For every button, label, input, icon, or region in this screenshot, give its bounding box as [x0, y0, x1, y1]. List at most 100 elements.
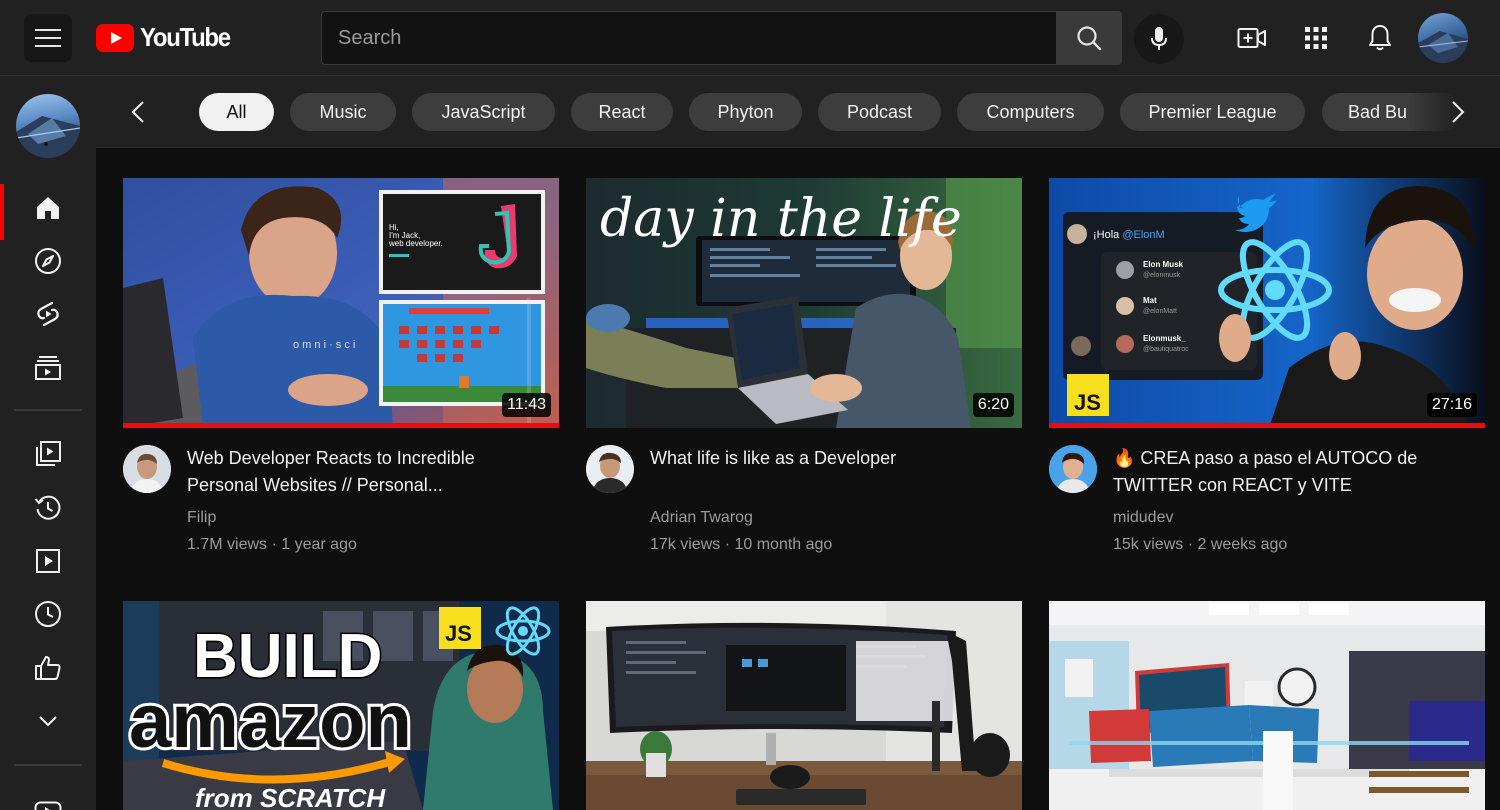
- sidebar-avatar[interactable]: [16, 94, 80, 158]
- svg-text:@elonMatt: @elonMatt: [1143, 308, 1177, 315]
- svg-text:web developer.: web developer.: [388, 239, 443, 248]
- search-icon: [1077, 26, 1102, 51]
- mic-icon: [1151, 27, 1167, 50]
- svg-text:Elon Musk: Elon Musk: [1143, 260, 1184, 269]
- home-icon: [37, 197, 59, 219]
- chip-phyton[interactable]: Phyton: [689, 93, 802, 131]
- svg-text:@elonmusk: @elonmusk: [1143, 272, 1181, 279]
- video-thumbnail[interactable]: ¡Hola @ElonM Elon Musk @elonmusk Mat @el…: [1049, 178, 1485, 428]
- channel-avatar[interactable]: [586, 445, 634, 493]
- chips-scroll-right-button[interactable]: [1438, 94, 1478, 130]
- sidebar-item-history[interactable]: [0, 484, 96, 532]
- channel-name[interactable]: Adrian Twarog: [650, 509, 753, 527]
- search-input[interactable]: [338, 26, 1056, 50]
- sidebar-divider: [14, 764, 82, 766]
- search-box: [321, 11, 1057, 65]
- apps-grid-icon: [1305, 27, 1327, 49]
- create-video-icon: [1237, 28, 1266, 48]
- library-icon: [36, 441, 61, 466]
- chip-all[interactable]: All: [199, 93, 274, 131]
- sidebar-item-home[interactable]: [0, 184, 96, 240]
- video-thumbnail[interactable]: day in the life 6:20: [586, 178, 1022, 428]
- thumbnail-image: ¡Hola @ElonM Elon Musk @elonmusk Mat @el…: [1049, 178, 1485, 428]
- menu-button[interactable]: [24, 14, 72, 62]
- history-icon: [34, 495, 61, 520]
- video-duration: 11:43: [502, 393, 551, 417]
- thumbnail-image: JS BUILD amazon from SCRATCH: [123, 601, 559, 810]
- upload-age: 10 month ago: [734, 536, 833, 553]
- channel-name[interactable]: Filip: [187, 509, 216, 527]
- filter-chips-bar: All Music JavaScript React Phyton Podcas…: [96, 76, 1500, 148]
- avatar-photo: [16, 116, 80, 158]
- chip-premier-league[interactable]: Premier League: [1120, 93, 1305, 131]
- thumbnail-image: day in the life: [586, 178, 1022, 428]
- video-duration: 6:20: [972, 393, 1014, 417]
- video-thumbnail[interactable]: JS BUILD amazon from SCRATCH: [123, 601, 559, 810]
- video-meta: 1.7M views · 1 year ago: [187, 536, 357, 553]
- apps-button[interactable]: [1294, 16, 1338, 60]
- watch-progress-bar: [1049, 423, 1485, 428]
- sidebar-item-library[interactable]: [0, 430, 96, 478]
- video-title[interactable]: 🔥 CREA paso a paso el AUTOCO de TWITTER …: [1113, 445, 1453, 499]
- subscriptions-icon: [35, 356, 61, 380]
- chip-podcast[interactable]: Podcast: [818, 93, 941, 131]
- channel-avatar[interactable]: [123, 445, 171, 493]
- avatar-photo: [1049, 445, 1097, 493]
- chevron-right-icon: [1452, 101, 1465, 123]
- svg-text:day in the life: day in the life: [600, 189, 962, 249]
- sidebar-item-shorts[interactable]: [0, 290, 96, 338]
- chip-computers[interactable]: Computers: [957, 93, 1104, 131]
- video-thumbnail[interactable]: [1049, 601, 1485, 810]
- chevron-left-icon: [131, 101, 144, 123]
- avatar-photo: [1418, 31, 1468, 63]
- notifications-button[interactable]: [1358, 16, 1402, 60]
- channel-name[interactable]: midudev: [1113, 509, 1173, 527]
- sidebar-item-show-more[interactable]: [0, 697, 96, 745]
- liked-videos-icon: [35, 656, 61, 680]
- sidebar-item-youtube[interactable]: [0, 788, 96, 810]
- video-meta: 17k views · 10 month ago: [650, 536, 833, 553]
- video-title[interactable]: Web Developer Reacts to Incredible Perso…: [187, 445, 527, 499]
- view-count: 15k views: [1113, 536, 1184, 553]
- avatar-photo: [123, 445, 171, 493]
- svg-text:o m n i · s c i: o m n i · s c i: [293, 339, 355, 351]
- sidebar-divider: [14, 409, 82, 411]
- sidebar-item-subscriptions[interactable]: [0, 344, 96, 392]
- sidebar-item-explore[interactable]: [0, 237, 96, 285]
- sidebar-item-watch-later[interactable]: [0, 590, 96, 638]
- upload-age: 1 year ago: [281, 536, 357, 553]
- chip-music[interactable]: Music: [290, 93, 396, 131]
- video-duration: 27:16: [1426, 393, 1477, 417]
- sidebar-item-liked-videos[interactable]: [0, 644, 96, 692]
- voice-search-button[interactable]: [1134, 14, 1184, 64]
- top-bar: YouTube: [0, 0, 1500, 76]
- chip-react[interactable]: React: [571, 93, 673, 131]
- sidebar: [0, 76, 96, 810]
- sidebar-item-your-videos[interactable]: [0, 537, 96, 585]
- watch-later-icon: [35, 601, 61, 627]
- search-button[interactable]: [1056, 11, 1122, 65]
- video-thumbnail[interactable]: o m n i · s c i Hi, I'm Jack, web develo…: [123, 178, 559, 428]
- account-avatar[interactable]: [1418, 13, 1468, 63]
- chevron-down-icon: [39, 716, 57, 727]
- view-count: 1.7M views: [187, 536, 268, 553]
- video-thumbnail[interactable]: [586, 601, 1022, 810]
- svg-text:Mat: Mat: [1143, 296, 1157, 305]
- youtube-logo[interactable]: YouTube: [96, 22, 238, 53]
- thumbnail-image: [1049, 601, 1485, 810]
- watch-progress-bar: [123, 423, 559, 428]
- youtube-outline-icon: [34, 801, 62, 810]
- svg-text:JS: JS: [1074, 390, 1101, 415]
- chip-javascript[interactable]: JavaScript: [412, 93, 555, 131]
- thumbnail-image: o m n i · s c i Hi, I'm Jack, web develo…: [123, 178, 559, 428]
- svg-text:JS: JS: [445, 621, 472, 646]
- menu-icon: [35, 29, 61, 47]
- svg-text:amazon: amazon: [129, 679, 412, 764]
- explore-icon: [35, 248, 61, 274]
- chips-scroll-left-button[interactable]: [118, 94, 158, 130]
- video-title[interactable]: What life is like as a Developer: [650, 445, 990, 472]
- create-button[interactable]: [1230, 16, 1274, 60]
- channel-avatar[interactable]: [1049, 445, 1097, 493]
- avatar-photo: [586, 445, 634, 493]
- svg-text:Elonmusk_: Elonmusk_: [1143, 334, 1186, 343]
